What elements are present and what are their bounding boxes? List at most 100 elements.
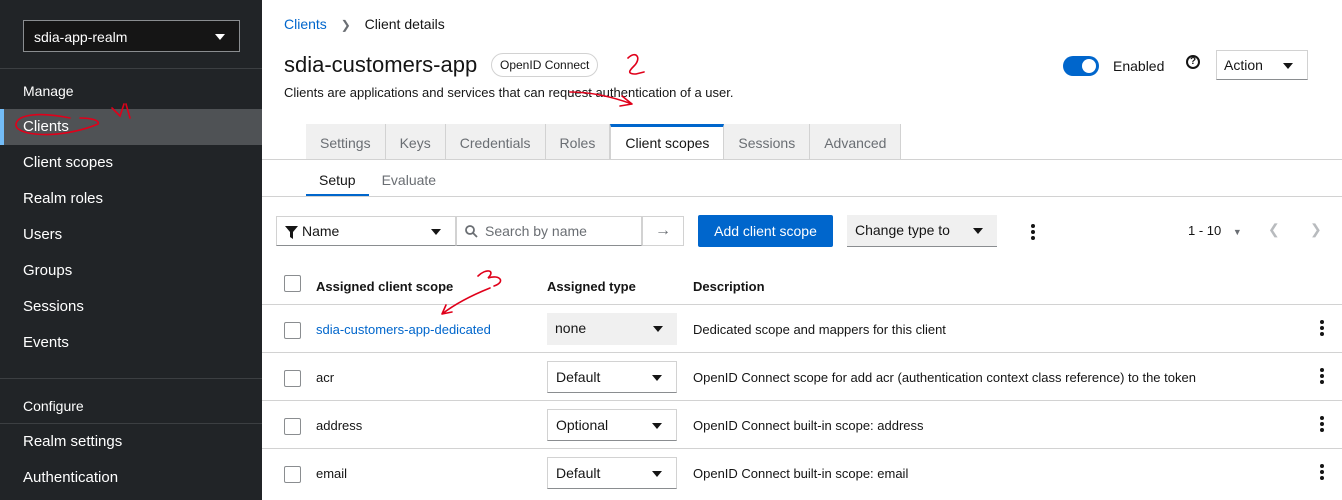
table-row: sdia-customers-app-dedicated none Dedica… <box>262 304 1342 352</box>
caret-down-icon <box>1283 63 1293 69</box>
scope-description: OpenID Connect built-in scope: email <box>693 466 909 481</box>
assigned-type-value: Default <box>556 465 601 481</box>
tab-keys[interactable]: Keys <box>385 124 446 160</box>
tab-settings[interactable]: Settings <box>306 124 386 160</box>
change-type-label: Change type to <box>855 222 950 238</box>
row-checkbox[interactable] <box>284 322 301 339</box>
sidebar-item-clients[interactable]: Clients <box>0 109 262 145</box>
row-kebab-icon[interactable] <box>1320 464 1324 482</box>
previous-page-icon[interactable]: ❮ <box>1268 221 1280 238</box>
sidebar-item-realm-settings[interactable]: Realm settings <box>0 424 262 460</box>
breadcrumb-current: Client details <box>364 16 445 32</box>
page-subtitle: Clients are applications and services th… <box>284 85 734 100</box>
caret-down-icon <box>215 34 225 40</box>
scope-name: email <box>316 466 348 481</box>
table-row: address Optional OpenID Connect built-in… <box>262 400 1342 448</box>
assigned-type-value: Optional <box>556 417 609 433</box>
assigned-type-value: Default <box>556 369 601 385</box>
tab-credentials[interactable]: Credentials <box>445 124 546 160</box>
sidebar-item-events[interactable]: Events <box>0 325 262 361</box>
tabs: Settings Keys Credentials Roles Client s… <box>306 124 902 160</box>
enabled-label: Enabled <box>1113 58 1165 74</box>
assigned-type-select[interactable]: Optional <box>547 409 677 441</box>
pagination-toggle[interactable]: 1 - 10 ▼ <box>1188 223 1242 238</box>
scope-link[interactable]: sdia-customers-app-dedicated <box>316 322 491 337</box>
subtab-evaluate[interactable]: Evaluate <box>369 166 449 196</box>
table-row: email Default OpenID Connect built-in sc… <box>262 448 1342 500</box>
row-checkbox[interactable] <box>284 466 301 483</box>
action-dropdown[interactable]: Action <box>1216 50 1308 80</box>
caret-down-icon <box>653 326 663 332</box>
tab-roles[interactable]: Roles <box>545 124 611 160</box>
divider <box>262 196 1342 197</box>
protocol-badge: OpenID Connect <box>491 53 599 77</box>
scope-description: Dedicated scope and mappers for this cli… <box>693 322 946 337</box>
caret-down-icon <box>431 229 441 235</box>
caret-down-icon: ▼ <box>1232 227 1242 237</box>
assigned-type-select: none <box>547 313 677 345</box>
assigned-type-select[interactable]: Default <box>547 457 677 489</box>
search-placeholder: Search by name <box>485 223 587 239</box>
column-header-scope: Assigned client scope <box>316 279 454 294</box>
breadcrumb: Clients ❯ Client details <box>284 16 445 32</box>
scope-name: acr <box>316 370 335 385</box>
filter-label: Name <box>302 223 340 239</box>
subtabs: Setup Evaluate <box>306 166 449 196</box>
page-title: sdia-customers-app <box>284 52 478 77</box>
search-input[interactable]: Search by name <box>456 216 642 246</box>
select-all-checkbox[interactable] <box>284 275 301 292</box>
divider <box>0 68 262 69</box>
sidebar-item-groups[interactable]: Groups <box>0 253 262 289</box>
divider <box>262 159 1342 160</box>
action-label: Action <box>1224 57 1263 73</box>
next-page-icon[interactable]: ❯ <box>1310 221 1322 238</box>
scope-description: OpenID Connect scope for add acr (authen… <box>693 370 1196 385</box>
sidebar-item-authentication[interactable]: Authentication <box>0 460 262 496</box>
arrow-right-icon: → <box>655 222 671 239</box>
caret-down-icon <box>652 375 662 381</box>
scope-description: OpenID Connect built-in scope: address <box>693 418 924 433</box>
pagination-label: 1 - 10 <box>1188 223 1222 238</box>
row-kebab-icon[interactable] <box>1320 320 1324 338</box>
row-kebab-icon[interactable] <box>1320 416 1324 434</box>
sidebar: sdia-app-realm Manage Clients Client sco… <box>0 0 262 500</box>
manage-heading: Manage <box>23 83 74 99</box>
search-submit-button[interactable]: → <box>642 216 684 246</box>
toggle-knob <box>1082 59 1096 73</box>
row-checkbox[interactable] <box>284 370 301 387</box>
realm-name: sdia-app-realm <box>34 29 128 45</box>
sidebar-item-client-scopes[interactable]: Client scopes <box>0 145 262 181</box>
sidebar-item-users[interactable]: Users <box>0 217 262 253</box>
caret-down-icon <box>652 423 662 429</box>
row-kebab-icon[interactable] <box>1320 368 1324 386</box>
sidebar-item-sessions[interactable]: Sessions <box>0 289 262 325</box>
search-icon <box>465 225 478 238</box>
divider <box>0 378 262 379</box>
caret-down-icon <box>652 471 662 477</box>
filter-icon <box>285 226 298 239</box>
help-icon[interactable]: ? <box>1186 55 1200 69</box>
caret-down-icon <box>973 228 983 234</box>
tab-sessions[interactable]: Sessions <box>724 124 811 160</box>
row-checkbox[interactable] <box>284 418 301 435</box>
sidebar-item-realm-roles[interactable]: Realm roles <box>0 181 262 217</box>
change-type-dropdown[interactable]: Change type to <box>847 215 997 247</box>
enabled-toggle[interactable] <box>1063 56 1099 76</box>
column-header-description: Description <box>693 279 765 294</box>
chevron-right-icon: ❯ <box>340 18 351 32</box>
toolbar-kebab-icon[interactable] <box>1031 224 1035 242</box>
subtab-setup[interactable]: Setup <box>306 166 369 196</box>
table-row: acr Default OpenID Connect scope for add… <box>262 352 1342 400</box>
scope-name: address <box>316 418 363 433</box>
column-header-type: Assigned type <box>547 279 636 294</box>
tab-advanced[interactable]: Advanced <box>810 124 902 160</box>
table-header-row: Assigned client scope Assigned type Desc… <box>262 266 1342 304</box>
assigned-type-select[interactable]: Default <box>547 361 677 393</box>
filter-dropdown[interactable]: Name <box>276 216 456 246</box>
main-content: Clients ❯ Client details sdia-customers-… <box>262 0 1342 500</box>
realm-selector[interactable]: sdia-app-realm <box>23 20 240 52</box>
breadcrumb-clients-link[interactable]: Clients <box>284 16 327 32</box>
configure-heading: Configure <box>23 398 84 414</box>
add-client-scope-button[interactable]: Add client scope <box>698 215 833 247</box>
tab-client-scopes[interactable]: Client scopes <box>610 124 725 160</box>
